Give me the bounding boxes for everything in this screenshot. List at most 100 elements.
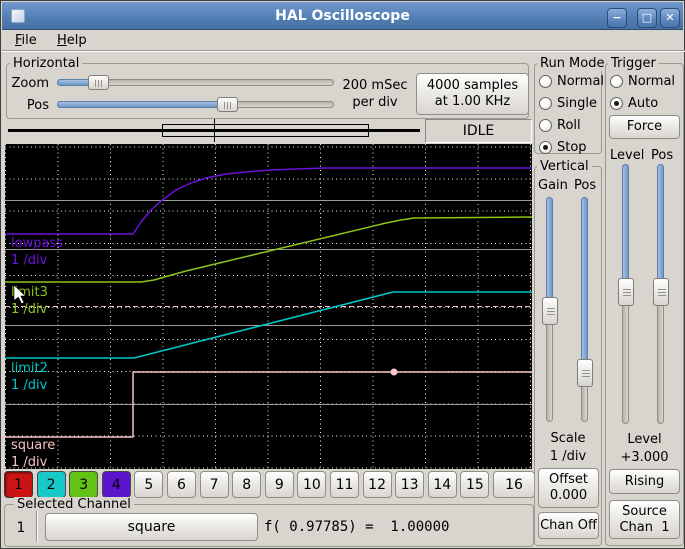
channel-button-5[interactable]: 5: [134, 471, 164, 498]
zoom-label: Zoom: [11, 76, 49, 91]
channel-button-13[interactable]: 13: [395, 471, 425, 498]
run-mode-stop-radio-icon[interactable]: [539, 140, 552, 154]
vertical-gain-slider[interactable]: [542, 197, 558, 422]
trace-lowpass-scale-label: 1 /div: [11, 253, 48, 268]
run-mode-frame-label: Run Mode: [537, 56, 608, 71]
run-mode-stop[interactable]: Stop: [539, 136, 604, 158]
pos-label: Pos: [26, 98, 49, 113]
trigger-mode-auto-label: Auto: [628, 95, 659, 111]
trigger-source-line1: Source: [622, 503, 667, 519]
trigger-frame-label: Trigger: [608, 56, 659, 71]
maximize-icon: □: [641, 11, 653, 24]
channel-button-10[interactable]: 10: [297, 471, 327, 498]
vertical-frame-label: Vertical: [537, 159, 592, 174]
vertical-gain-fill: [546, 197, 553, 301]
channel-button-14[interactable]: 14: [427, 471, 457, 498]
channel-source-label: square: [127, 519, 176, 535]
trigger-options: Normal Auto: [610, 70, 675, 114]
status-text: IDLE: [462, 123, 495, 139]
trace-lowpass-label: lowpass: [11, 236, 63, 251]
trigger-pos-label: Pos: [651, 148, 674, 163]
run-mode-roll[interactable]: Roll: [539, 114, 604, 136]
trigger-position-tick: [214, 119, 215, 142]
trace-square-scale-label: 1 /div: [11, 455, 48, 469]
timebase-readout: 200 mSec per div: [337, 77, 413, 111]
trace-limit3-scale-label: 1 /div: [11, 302, 48, 317]
channel-button-2[interactable]: 2: [36, 471, 66, 498]
trigger-level-readout-label: Level: [627, 432, 662, 447]
minimize-icon: −: [612, 11, 622, 24]
trigger-level-handle[interactable]: [618, 278, 634, 306]
vertical-gain-label: Gain: [538, 178, 568, 193]
horizontal-pos-slider[interactable]: [57, 97, 334, 113]
trigger-pos-handle[interactable]: [653, 278, 669, 306]
menu-help[interactable]: Help: [53, 32, 91, 49]
run-mode-roll-radio-icon[interactable]: [539, 118, 552, 132]
channel-button-9[interactable]: 9: [264, 471, 294, 498]
channel-button-8[interactable]: 8: [232, 471, 262, 498]
trigger-level-label: Level: [610, 148, 645, 163]
trigger-pos-fill: [657, 164, 664, 282]
trigger-mode-normal-radio-icon[interactable]: [610, 74, 623, 88]
trigger-mode-normal-label: Normal: [628, 73, 676, 89]
vertical-offset-line2: 0.000: [549, 488, 588, 503]
vertical-gain-handle[interactable]: [542, 297, 558, 325]
record-length-line2: at 1.00 KHz: [434, 94, 511, 109]
view-window-box[interactable]: [162, 124, 369, 137]
run-mode-normal[interactable]: Normal: [539, 70, 604, 92]
vertical-offset-button[interactable]: Offset 0.000: [538, 468, 599, 508]
vertical-pos-handle[interactable]: [577, 359, 593, 387]
trigger-source-button[interactable]: Source Chan 1: [609, 500, 680, 539]
trigger-source-line2: Chan 1: [619, 519, 670, 535]
menu-bar: File Help: [2, 31, 685, 50]
run-mode-normal-radio-icon[interactable]: [539, 74, 552, 88]
vertical-scale-label: Scale: [550, 431, 586, 446]
window-title: HAL Oscilloscope: [275, 8, 410, 24]
channel-button-12[interactable]: 12: [362, 471, 392, 498]
channel-button-1[interactable]: 1: [4, 471, 33, 498]
channel-button-4[interactable]: 4: [101, 471, 131, 498]
run-mode-single[interactable]: Single: [539, 92, 604, 114]
timebase-value: 200 mSec: [342, 78, 408, 93]
channel-value-readout: f( 0.97785) = 1.00000: [264, 519, 450, 535]
vertical-pos-label: Pos: [574, 178, 597, 193]
channel-button-7[interactable]: 7: [199, 471, 229, 498]
selected-channel-separator: [36, 511, 38, 542]
trace-square-label: square: [11, 438, 55, 453]
pos-slider-handle[interactable]: [217, 97, 238, 112]
maximize-button[interactable]: □: [637, 8, 657, 28]
run-mode-single-label: Single: [557, 95, 597, 111]
menu-file[interactable]: File: [11, 32, 41, 49]
zoom-slider-handle[interactable]: [88, 75, 109, 90]
vertical-offset-line1: Offset: [548, 472, 589, 487]
trigger-level-readout-value: +3.000: [620, 450, 669, 465]
channel-off-button[interactable]: Chan Off: [538, 512, 599, 539]
scope-display[interactable]: lowpass1 /divlimit31 /divlimit21 /divsqu…: [5, 144, 532, 469]
trigger-force-button[interactable]: Force: [609, 115, 680, 139]
channel-button-11[interactable]: 11: [330, 471, 359, 498]
vertical-pos-slider[interactable]: [577, 197, 593, 422]
record-length-button[interactable]: 4000 samples at 1.00 KHz: [416, 73, 529, 115]
trigger-level-slider[interactable]: [618, 164, 634, 424]
selected-channel-number: 1: [16, 520, 26, 536]
channel-button-16[interactable]: 16: [493, 471, 535, 498]
run-mode-single-radio-icon[interactable]: [539, 96, 552, 110]
trigger-pos-slider[interactable]: [653, 164, 669, 424]
menu-separator: [2, 50, 685, 52]
trigger-mode-auto[interactable]: Auto: [610, 92, 675, 114]
trigger-edge-button[interactable]: Rising: [609, 469, 680, 494]
close-button[interactable]: ✕: [660, 8, 680, 28]
horizontal-frame-label: Horizontal: [10, 56, 83, 71]
channel-button-6[interactable]: 6: [167, 471, 196, 498]
horizontal-zoom-slider[interactable]: [57, 75, 334, 91]
trigger-mode-normal[interactable]: Normal: [610, 70, 675, 92]
channel-button-15[interactable]: 15: [460, 471, 490, 498]
trigger-edge-label: Rising: [624, 473, 665, 489]
channel-button-3[interactable]: 3: [69, 471, 99, 498]
channel-source-button[interactable]: square: [45, 513, 258, 541]
selected-channel-frame-label: Selected Channel: [14, 497, 134, 512]
run-mode-stop-label: Stop: [557, 139, 587, 155]
trigger-mode-auto-radio-icon[interactable]: [610, 96, 623, 110]
vertical-pos-fill: [581, 197, 588, 363]
minimize-button[interactable]: −: [607, 8, 627, 28]
